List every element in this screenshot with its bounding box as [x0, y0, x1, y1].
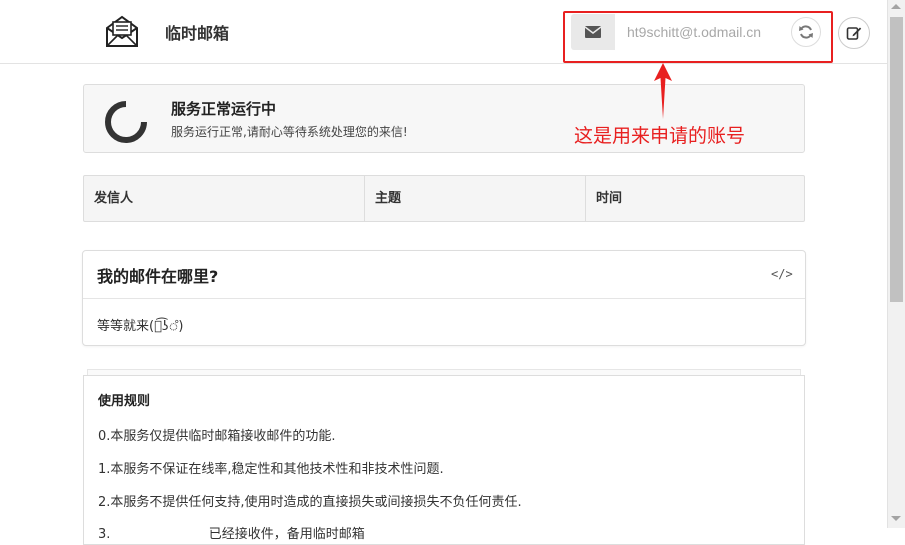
- rule-item: 1.本服务不保证在线率,稳定性和其他技术性和非技术性问题.: [98, 462, 444, 477]
- page-scrollbar[interactable]: [887, 0, 905, 528]
- panel-body-text: 等等就来(ஂ͡ʖஂ): [97, 319, 184, 334]
- status-description: 服务运行正常,请耐心等待系统处理您的来信!: [171, 125, 408, 139]
- scroll-down-arrow-icon[interactable]: [891, 516, 901, 521]
- loading-spinner-icon: [105, 101, 147, 143]
- rule-prefix: 3.: [98, 527, 111, 542]
- envelope-open-icon: [106, 15, 138, 47]
- annotation-arrow-icon: [654, 63, 672, 119]
- column-header-time[interactable]: 时间: [585, 176, 805, 221]
- rule-item: 0.本服务仅提供临时邮箱接收邮件的功能.: [98, 429, 336, 444]
- scroll-up-arrow-icon[interactable]: [891, 4, 901, 9]
- rule-item: 2.本服务不提供任何支持,使用时造成的直接损失或间接损失不负任何责任.: [98, 495, 522, 510]
- column-header-subject[interactable]: 主题: [364, 176, 585, 221]
- edit-button[interactable]: [838, 17, 870, 49]
- annotation-text: 这是用来申请的账号: [574, 125, 746, 147]
- mail-table-header: 发信人 主题 时间: [83, 175, 805, 222]
- usage-rules-panel: 使用规则 0.本服务仅提供临时邮箱接收邮件的功能. 1.本服务不保证在线率,稳定…: [83, 375, 805, 545]
- panel-title: 我的邮件在哪里?: [97, 267, 219, 286]
- column-header-from[interactable]: 发信人: [84, 176, 364, 221]
- where-is-my-mail-panel: 我的邮件在哪里? </> 等等就来(ஂ͡ʖஂ): [82, 250, 806, 346]
- rules-title: 使用规则: [98, 394, 151, 409]
- rule-item-partial: 3. 已经接收件，备用临时邮箱: [98, 523, 365, 542]
- brand-title[interactable]: 临时邮箱: [165, 20, 229, 44]
- rule-text: 已经接收件，备用临时邮箱: [208, 527, 365, 542]
- scrollbar-thumb[interactable]: [890, 17, 903, 302]
- edit-icon: [846, 27, 862, 40]
- code-icon[interactable]: </>: [771, 267, 793, 281]
- status-title: 服务正常运行中: [171, 100, 277, 118]
- divider: [83, 298, 805, 299]
- annotation-highlight-box: [563, 11, 833, 63]
- navbar: 临时邮箱: [0, 0, 887, 64]
